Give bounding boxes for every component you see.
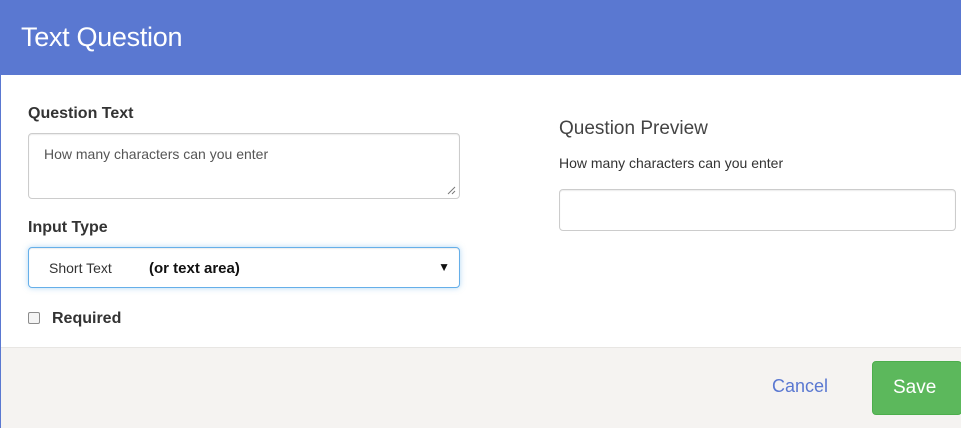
save-button[interactable]: Save (872, 361, 961, 415)
input-type-label: Input Type (28, 219, 108, 236)
required-label[interactable]: Required (52, 310, 121, 328)
text-question-modal: Text Question Question Text How many cha… (0, 0, 961, 428)
question-text-value: How many characters can you enter (44, 146, 269, 162)
question-text-label: Question Text (28, 105, 134, 122)
resize-handle-icon[interactable] (447, 186, 456, 195)
required-checkbox[interactable] (28, 312, 40, 324)
input-type-select[interactable]: Short Text (or text area) ▼ (28, 247, 460, 288)
modal-title: Text Question (21, 22, 183, 52)
question-text-textarea[interactable]: How many characters can you enter (28, 133, 460, 199)
input-type-hint: (or text area) (149, 260, 240, 277)
modal-footer: Cancel Save (1, 347, 961, 428)
modal-header: Text Question (1, 0, 961, 75)
input-type-selected-value: Short Text (49, 260, 112, 276)
preview-answer-input[interactable] (559, 189, 956, 231)
cancel-button[interactable]: Cancel (772, 376, 828, 397)
modal-body: Question Text How many characters can yo… (1, 75, 961, 347)
caret-down-icon: ▼ (438, 260, 450, 274)
question-preview-title: Question Preview (559, 118, 708, 139)
preview-question-text: How many characters can you enter (559, 155, 784, 171)
